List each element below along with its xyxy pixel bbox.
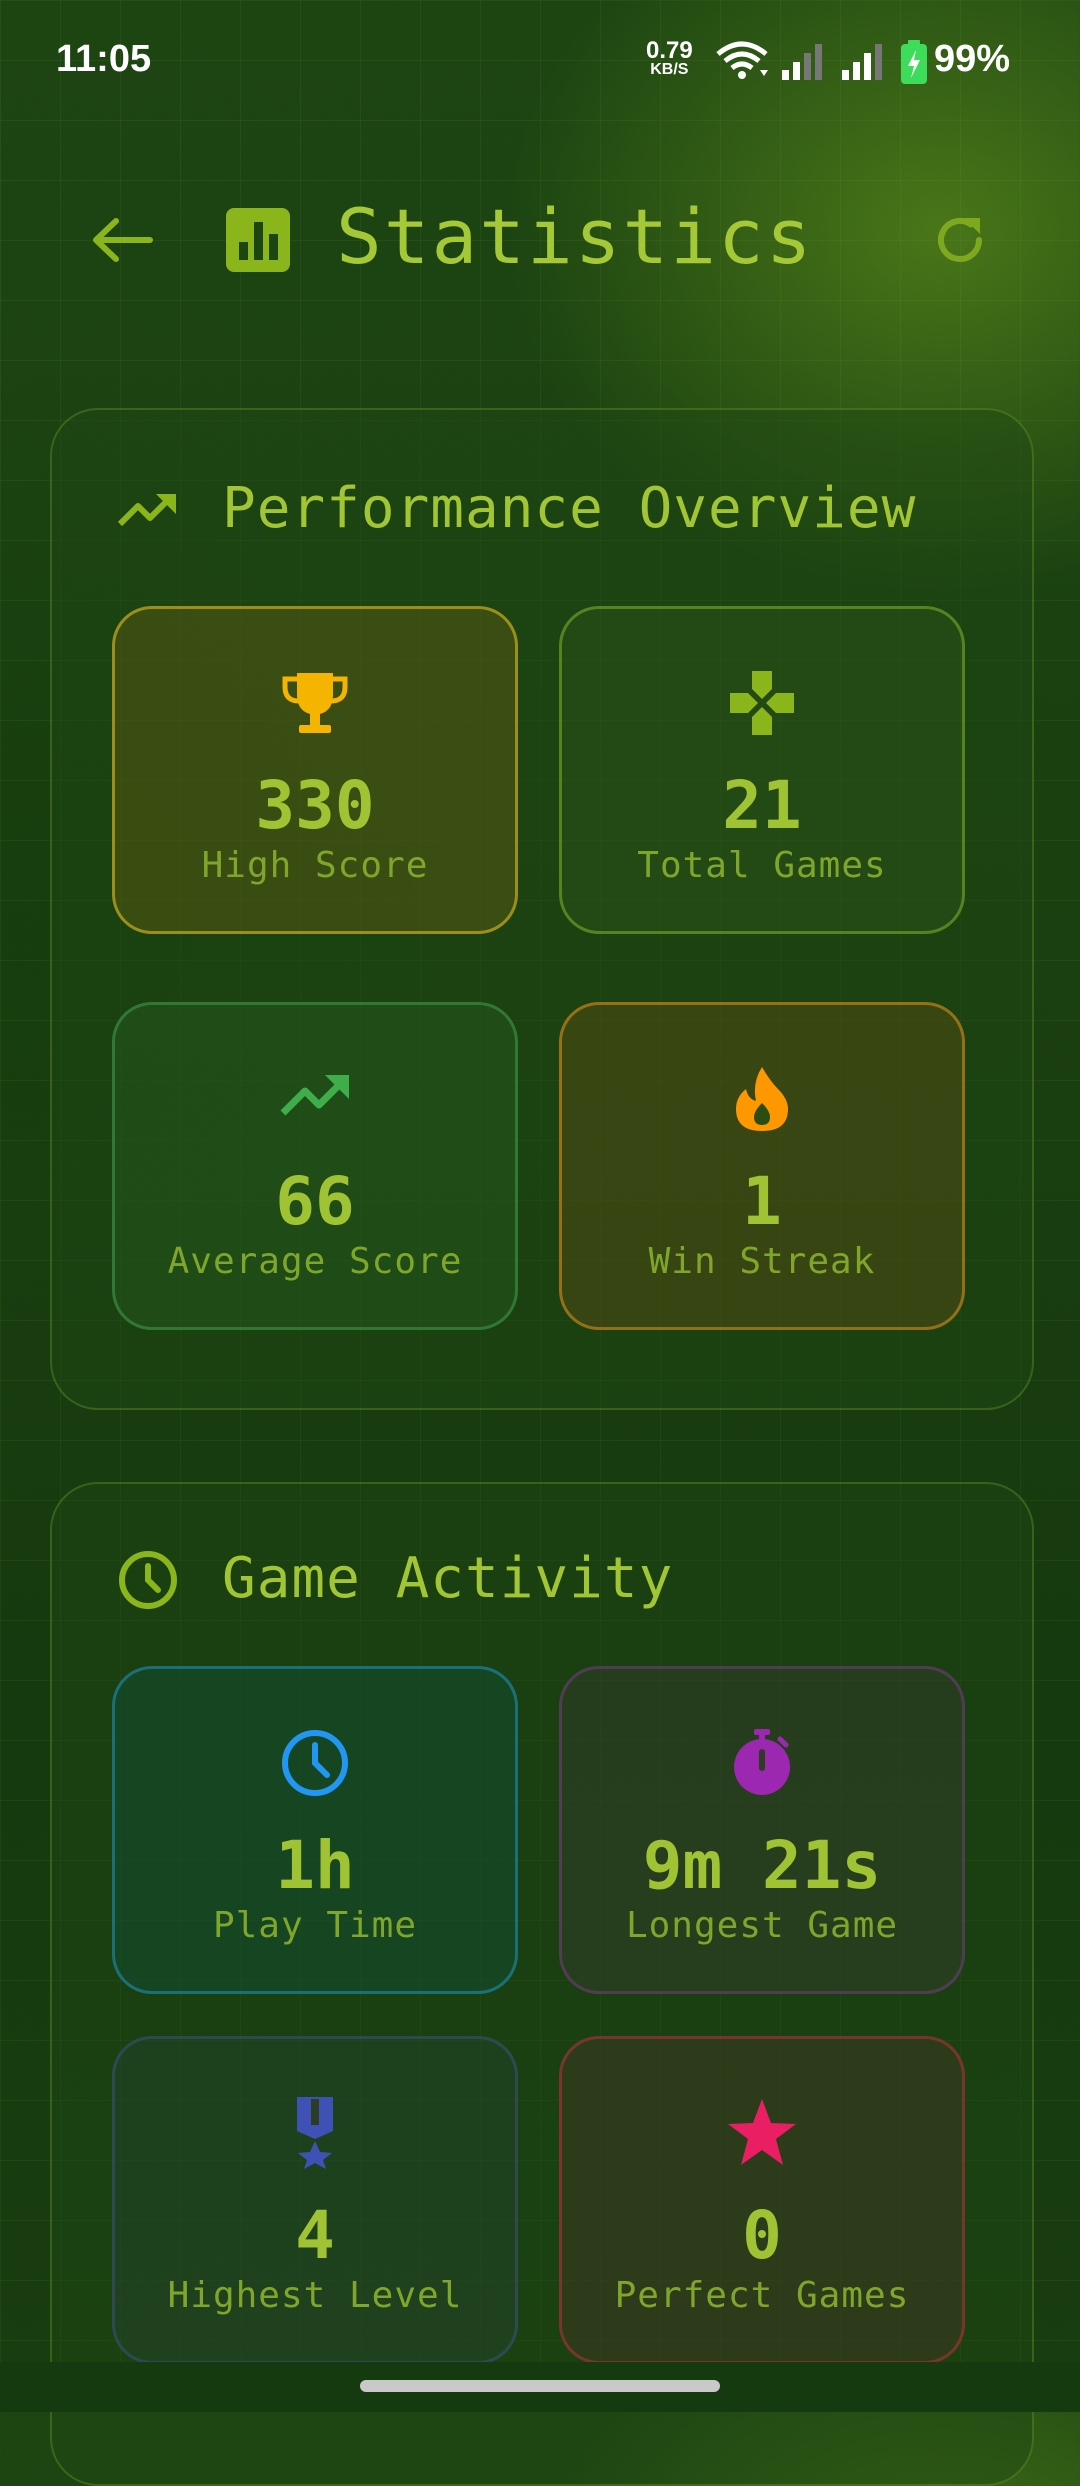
star-icon — [728, 2099, 796, 2165]
game-activity-card: Game Activity 1h Play Time 9m 21s Longes… — [50, 1482, 1034, 2486]
stat-card-high-score[interactable]: 330 High Score — [112, 606, 518, 934]
highest-level-value: 4 — [295, 2197, 335, 2274]
trending-up-icon — [117, 493, 176, 527]
play-time-label: Play Time — [212, 1905, 418, 1946]
win-streak-value: 1 — [742, 1163, 782, 1240]
bar-chart-icon — [226, 208, 290, 272]
highest-level-label: Highest Level — [167, 2275, 463, 2316]
stat-card-win-streak[interactable]: 1 Win Streak — [559, 1002, 965, 1330]
status-bar: 11:05 0.79 KB/S 99% — [0, 0, 1080, 120]
average-score-label: Average Score — [167, 1241, 463, 1282]
signal-2-icon — [842, 44, 882, 80]
signal-1-icon — [782, 44, 822, 80]
total-games-value: 21 — [722, 767, 802, 844]
performance-overview-title: Performance Overview — [222, 476, 917, 541]
network-speed: 0.79 KB/S — [646, 37, 693, 78]
perfect-games-value: 0 — [742, 2197, 782, 2274]
stopwatch-icon — [734, 1729, 790, 1795]
page-title: Statistics — [336, 192, 814, 281]
status-time: 11:05 — [56, 38, 152, 80]
performance-overview-card: Performance Overview 330 High Score 21 T… — [50, 408, 1034, 1410]
stat-card-average-score[interactable]: 66 Average Score — [112, 1002, 518, 1330]
game-activity-title: Game Activity — [222, 1546, 674, 1611]
clock-icon — [282, 1730, 348, 1796]
battery-percentage: 99% — [934, 38, 1011, 80]
home-indicator[interactable] — [360, 2380, 720, 2392]
medal-icon — [297, 2097, 333, 2169]
longest-game-value: 9m 21s — [642, 1827, 882, 1904]
battery-icon — [901, 40, 927, 84]
stat-card-total-games[interactable]: 21 Total Games — [559, 606, 965, 934]
gamepad-icon — [730, 671, 794, 735]
wifi-icon — [716, 41, 768, 79]
stat-card-play-time[interactable]: 1h Play Time — [112, 1666, 518, 1994]
network-speed-unit: KB/S — [650, 61, 689, 78]
stat-card-highest-level[interactable]: 4 Highest Level — [112, 2036, 518, 2364]
trending-up-icon — [280, 1075, 349, 1116]
fire-icon — [736, 1067, 788, 1131]
perfect-games-label: Perfect Games — [614, 2275, 910, 2316]
play-time-value: 1h — [275, 1827, 355, 1904]
network-speed-value: 0.79 — [646, 37, 693, 64]
arrow-back-icon — [93, 218, 153, 262]
high-score-value: 330 — [255, 767, 375, 844]
back-button[interactable] — [88, 215, 158, 265]
longest-game-label: Longest Game — [625, 1905, 899, 1946]
win-streak-label: Win Streak — [648, 1241, 876, 1282]
trophy-icon — [282, 673, 348, 733]
refresh-button[interactable] — [930, 210, 990, 270]
stat-card-perfect-games[interactable]: 0 Perfect Games — [559, 2036, 965, 2364]
high-score-label: High Score — [201, 845, 429, 886]
refresh-icon — [938, 218, 982, 262]
average-score-value: 66 — [275, 1163, 355, 1240]
stat-card-longest-game[interactable]: 9m 21s Longest Game — [559, 1666, 965, 1994]
clock-icon — [119, 1551, 177, 1609]
total-games-label: Total Games — [637, 845, 887, 886]
